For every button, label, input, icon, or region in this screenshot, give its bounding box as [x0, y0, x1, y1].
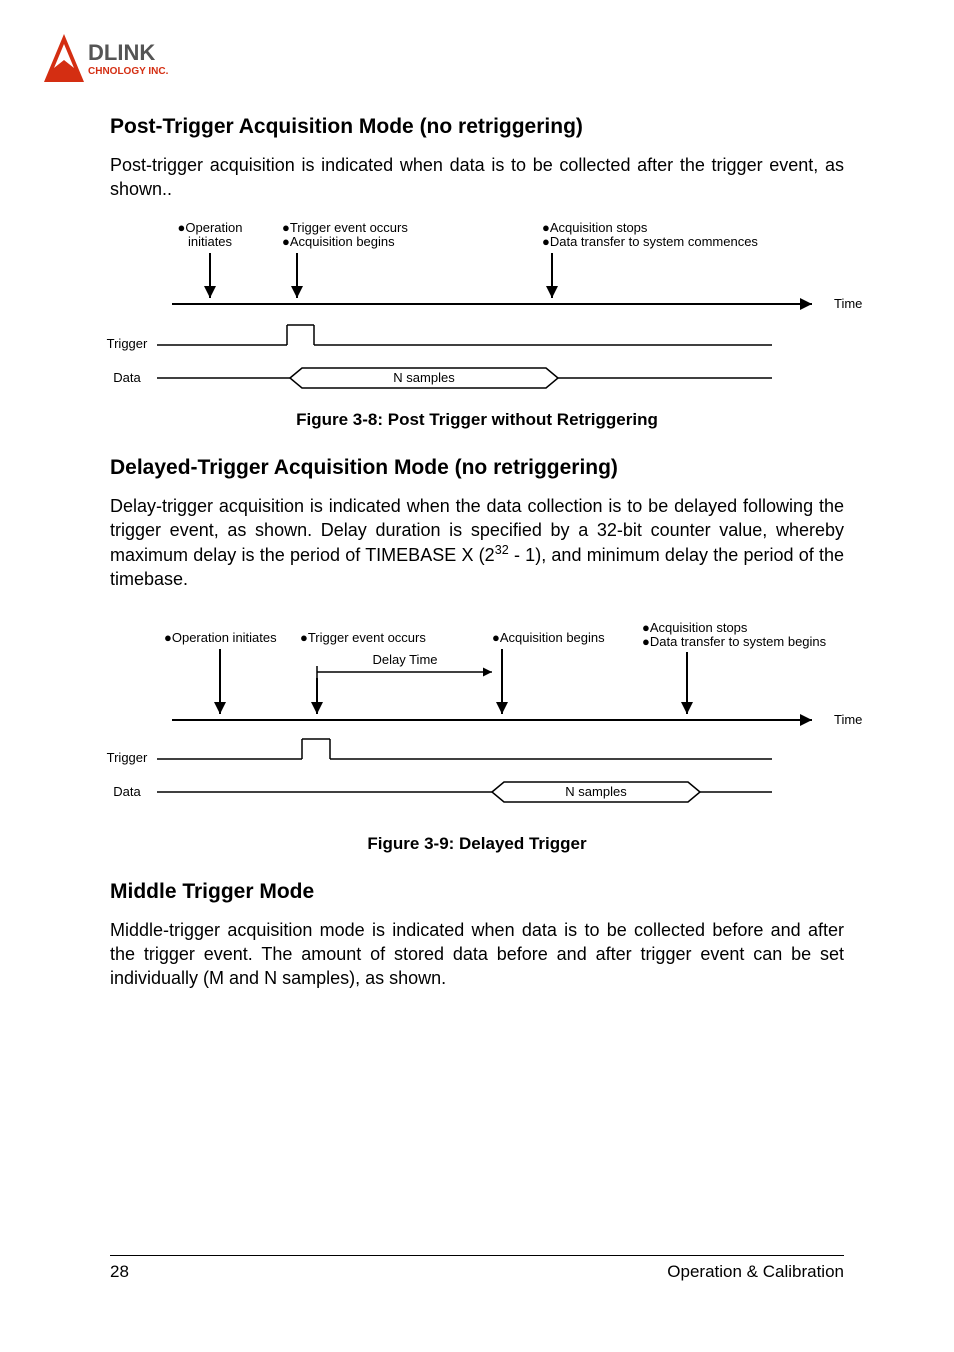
section2-paragraph: Delay-trigger acquisition is indicated w… — [110, 494, 844, 592]
svg-text:N samples: N samples — [393, 370, 455, 385]
svg-text:CHNOLOGY INC.: CHNOLOGY INC. — [88, 66, 169, 77]
svg-text:●Trigger event occurs: ●Trigger event occurs — [282, 220, 408, 235]
svg-text:initiates: initiates — [188, 234, 233, 249]
section3-paragraph: Middle-trigger acquisition mode is indic… — [110, 918, 844, 991]
svg-text:●Operation: ●Operation — [178, 220, 243, 235]
figure1-caption: Figure 3-8: Post Trigger without Retrigg… — [110, 410, 844, 430]
svg-text:Data: Data — [113, 784, 141, 799]
section1-title: Post-Trigger Acquisition Mode (no retrig… — [110, 115, 844, 139]
page-footer: 28 Operation & Calibration — [110, 1255, 844, 1282]
svg-text:●Operation initiates: ●Operation initiates — [164, 630, 277, 645]
section1-paragraph: Post-trigger acquisition is indicated wh… — [110, 153, 844, 202]
svg-text:Time: Time — [834, 296, 862, 311]
svg-text:●Acquisition begins: ●Acquisition begins — [282, 234, 395, 249]
page-number: 28 — [110, 1262, 129, 1282]
figure-3-9: ●Operation initiates ●Trigger event occu… — [92, 622, 862, 822]
figure-3-8: ●Operation initiates ●Trigger event occu… — [92, 218, 862, 398]
svg-text:●Acquisition stops: ●Acquisition stops — [542, 220, 648, 235]
svg-text:●Data transfer to system comme: ●Data transfer to system commences — [542, 234, 758, 249]
svg-text:●Trigger event occurs: ●Trigger event occurs — [300, 630, 426, 645]
brand-logo: DLINK CHNOLOGY INC. — [40, 30, 220, 88]
svg-text:DLINK: DLINK — [88, 40, 155, 65]
svg-text:Time: Time — [834, 712, 862, 727]
chapter-name: Operation & Calibration — [667, 1262, 844, 1282]
svg-text:Trigger: Trigger — [107, 750, 148, 765]
figure2-caption: Figure 3-9: Delayed Trigger — [110, 834, 844, 854]
svg-text:●Data transfer to system begin: ●Data transfer to system begins — [642, 634, 827, 649]
section2-title: Delayed-Trigger Acquisition Mode (no ret… — [110, 456, 844, 480]
svg-text:●Acquisition begins: ●Acquisition begins — [492, 630, 605, 645]
svg-text:Data: Data — [113, 370, 141, 385]
section3-title: Middle Trigger Mode — [110, 880, 844, 904]
svg-text:Trigger: Trigger — [107, 336, 148, 351]
svg-text:Delay Time: Delay Time — [372, 652, 437, 667]
svg-text:N samples: N samples — [565, 784, 627, 799]
